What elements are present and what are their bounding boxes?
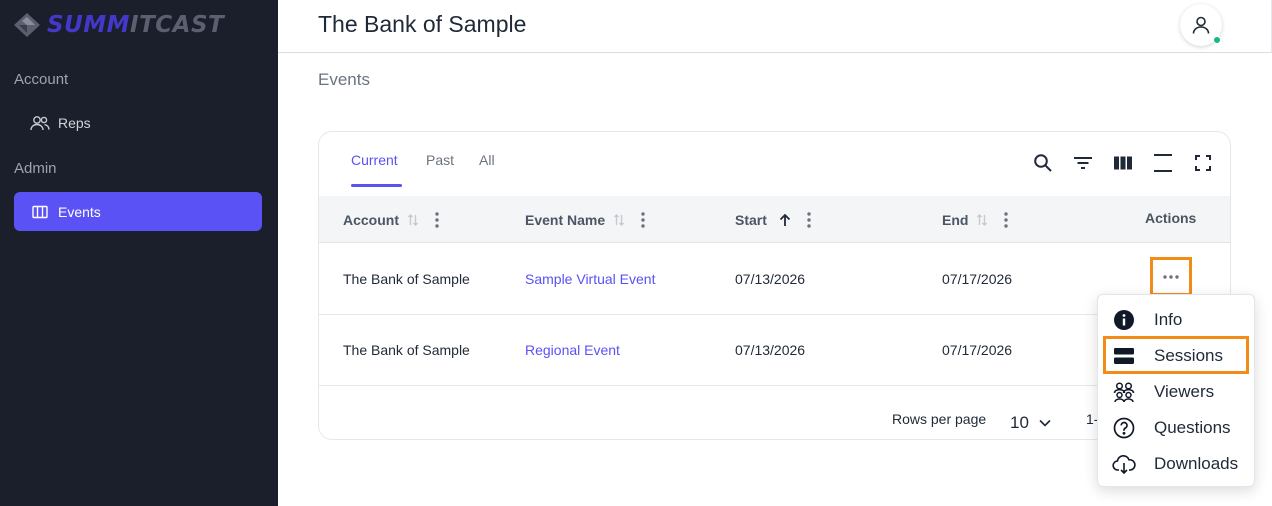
search-icon bbox=[1034, 154, 1052, 172]
sidebar-section-admin: Admin bbox=[14, 160, 57, 177]
sort-icon[interactable] bbox=[407, 213, 419, 227]
viewers-icon bbox=[1112, 380, 1136, 404]
cell-event-name-link[interactable]: Regional Event bbox=[525, 315, 620, 385]
logo[interactable]: SUMMITCAST bbox=[13, 11, 224, 39]
cell-event-name-link[interactable]: Sample Virtual Event bbox=[525, 244, 655, 314]
tab-past[interactable]: Past bbox=[426, 152, 454, 168]
online-status-dot bbox=[1213, 36, 1221, 44]
users-icon bbox=[30, 115, 50, 131]
rows-per-page-label: Rows per page bbox=[892, 411, 987, 427]
density-icon bbox=[1154, 154, 1172, 172]
sort-icon[interactable] bbox=[976, 213, 988, 227]
cell-start: 07/13/2026 bbox=[735, 271, 806, 287]
tab-all[interactable]: All bbox=[479, 152, 495, 168]
columns-icon bbox=[1114, 156, 1132, 170]
search-button[interactable] bbox=[1032, 152, 1054, 174]
column-menu-icon[interactable] bbox=[807, 211, 811, 228]
menu-item-questions[interactable]: Questions bbox=[1112, 414, 1231, 442]
menu-item-viewers[interactable]: Viewers bbox=[1112, 378, 1214, 406]
breadcrumb: Events bbox=[318, 70, 370, 89]
table-row[interactable]: The Bank of Sample Regional Event 07/13/… bbox=[319, 315, 1230, 386]
sidebar-item-label: Events bbox=[58, 203, 101, 220]
sessions-highlight-box bbox=[1103, 336, 1249, 374]
chevron-down-icon bbox=[1039, 419, 1051, 427]
column-header-account: Account bbox=[343, 196, 439, 243]
user-icon bbox=[1192, 16, 1210, 34]
sidebar-item-reps[interactable]: Reps bbox=[14, 103, 262, 142]
sidebar-section-account: Account bbox=[14, 71, 69, 88]
cloud-download-icon bbox=[1112, 452, 1136, 476]
cell-end: 07/17/2026 bbox=[942, 342, 1013, 358]
question-icon bbox=[1112, 416, 1136, 440]
cell-start: 07/13/2026 bbox=[735, 342, 806, 358]
column-header-event-name: Event Name bbox=[525, 196, 645, 243]
menu-item-info[interactable]: Info bbox=[1112, 306, 1182, 334]
actions-menu: Info Sessions Viewers Questions Download… bbox=[1097, 294, 1255, 487]
user-avatar-button[interactable] bbox=[1180, 4, 1222, 46]
sidebar-item-events[interactable]: Events bbox=[14, 192, 262, 231]
logo-mark-icon bbox=[14, 13, 40, 37]
top-header: The Bank of Sample bbox=[278, 0, 1272, 53]
events-table-card: Current Past All Account Event Name Star… bbox=[318, 131, 1231, 440]
sidebar: SUMMITCAST Account Reps Admin Events bbox=[0, 0, 278, 506]
more-horizontal-icon bbox=[1163, 274, 1179, 279]
table-row[interactable]: The Bank of Sample Sample Virtual Event … bbox=[319, 244, 1230, 315]
column-header-actions: Actions bbox=[1145, 210, 1197, 226]
menu-item-downloads[interactable]: Downloads bbox=[1112, 450, 1238, 478]
logo-text: SUMMITCAST bbox=[47, 12, 225, 38]
page-title: The Bank of Sample bbox=[318, 11, 527, 37]
filter-icon bbox=[1074, 157, 1092, 169]
column-header-start: Start bbox=[735, 196, 811, 243]
sort-icon[interactable] bbox=[613, 213, 625, 227]
columns-button[interactable] bbox=[1112, 152, 1134, 174]
table-header: Account Event Name Start End Actions bbox=[319, 196, 1230, 243]
density-button[interactable] bbox=[1152, 152, 1174, 174]
cell-account: The Bank of Sample bbox=[343, 271, 470, 287]
row-actions-button[interactable] bbox=[1150, 257, 1192, 296]
filter-button[interactable] bbox=[1072, 152, 1094, 174]
cell-account: The Bank of Sample bbox=[343, 342, 470, 358]
column-menu-icon[interactable] bbox=[641, 211, 645, 228]
calendar-grid-icon bbox=[30, 204, 50, 220]
column-header-end: End bbox=[942, 196, 1009, 243]
active-tab-indicator bbox=[351, 184, 402, 187]
info-icon bbox=[1112, 308, 1136, 332]
fullscreen-button[interactable] bbox=[1192, 152, 1214, 174]
column-menu-icon[interactable] bbox=[435, 211, 439, 228]
cell-end: 07/17/2026 bbox=[942, 271, 1013, 287]
column-menu-icon[interactable] bbox=[1004, 211, 1009, 228]
fullscreen-icon bbox=[1195, 155, 1211, 171]
rows-per-page-select[interactable]: 10 bbox=[1010, 412, 1060, 434]
sidebar-item-label: Reps bbox=[58, 114, 91, 131]
tab-current[interactable]: Current bbox=[351, 152, 398, 168]
sort-ascending-icon[interactable] bbox=[779, 213, 791, 227]
